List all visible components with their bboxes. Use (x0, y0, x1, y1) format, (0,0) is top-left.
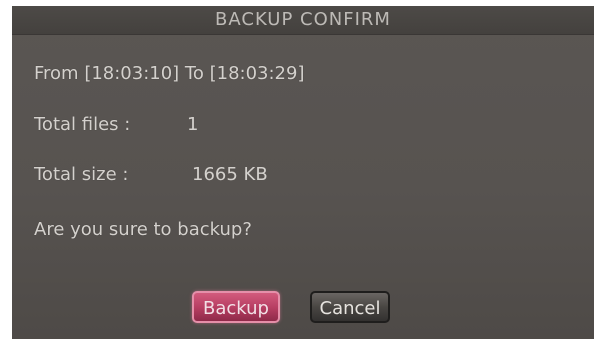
confirm-question: Are you sure to backup? (34, 219, 252, 240)
backup-button[interactable]: Backup (192, 291, 280, 323)
total-files-value: 1 (187, 114, 199, 135)
total-files-label: Total files : (34, 114, 131, 135)
cancel-button[interactable]: Cancel (310, 291, 390, 323)
time-range-text: From [18:03:10] To [18:03:29] (34, 63, 305, 84)
total-size-value: 1665 KB (192, 164, 268, 185)
backup-confirm-dialog: BACKUP CONFIRM From [18:03:10] To [18:03… (12, 6, 594, 339)
dialog-title: BACKUP CONFIRM (215, 9, 391, 30)
dialog-titlebar: BACKUP CONFIRM (12, 6, 594, 35)
screen: BACKUP CONFIRM From [18:03:10] To [18:03… (0, 0, 597, 339)
total-size-label: Total size : (34, 164, 129, 185)
